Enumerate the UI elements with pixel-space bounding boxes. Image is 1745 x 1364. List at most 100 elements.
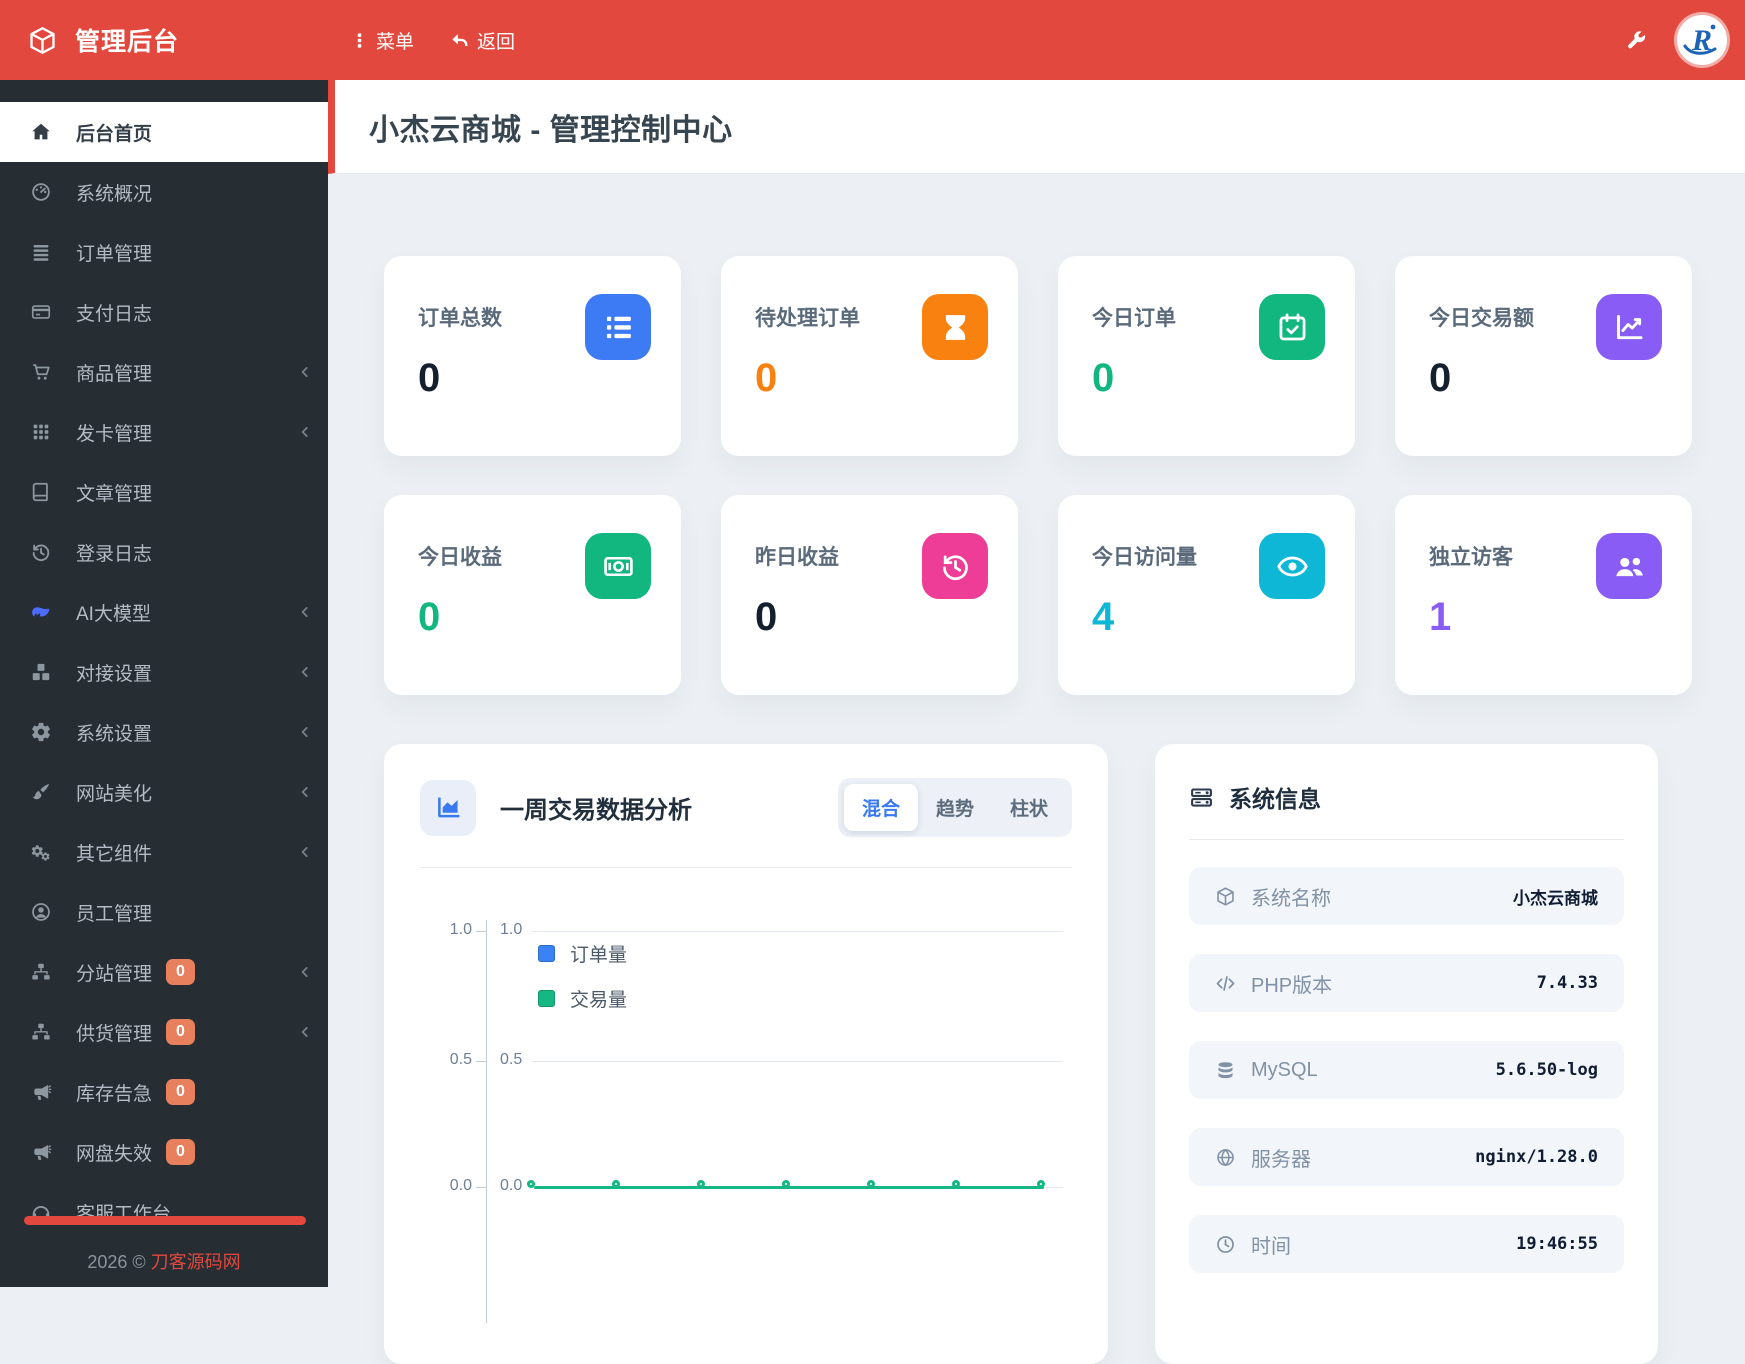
- content: 订单总数 0 待处理订单 0 今日订单 0 今日交易额 0 今日收益 0 昨日收益 0 今日访问量 4 独立…: [328, 256, 1745, 1364]
- page-title-bar: 小杰云商城 - 管理控制中心: [328, 80, 1745, 174]
- sidebar-item[interactable]: 系统设置: [0, 702, 328, 762]
- data-point-marker: [782, 1180, 790, 1188]
- chart-mode-tabs: 混合 趋势 柱状: [838, 778, 1072, 837]
- back-arrow-icon: [450, 31, 469, 50]
- sidebar-footer: 2026 © 刀客源码网: [0, 1248, 328, 1274]
- info-value: nginx/1.28.0: [1475, 1147, 1598, 1167]
- sidebar-scrollbar-thumb[interactable]: [24, 1216, 306, 1225]
- chart-header: 一周交易数据分析 混合 趋势 柱状: [420, 778, 1072, 837]
- chart-tab[interactable]: 混合: [844, 784, 918, 831]
- sidebar-item[interactable]: 网站美化: [0, 762, 328, 822]
- y-axis-tick: [476, 931, 486, 932]
- sidebar-item-label: 库存告急: [76, 1083, 153, 1105]
- app-brand: 管理后台: [0, 22, 328, 58]
- sidebar-item[interactable]: 订单管理: [0, 222, 328, 282]
- sidebar-item[interactable]: 支付日志: [0, 282, 328, 342]
- footer-year: 2026 ©: [87, 1252, 151, 1272]
- stat-card: 今日访问量 4: [1058, 495, 1355, 695]
- sidebar-item[interactable]: 后台首页: [0, 102, 328, 162]
- sidebar-item[interactable]: 供货管理 0: [0, 1002, 328, 1062]
- avatar[interactable]: R: [1677, 15, 1727, 65]
- sidebar-item-label: 系统设置: [76, 723, 153, 745]
- y-axis-tick-label: 0.0: [449, 1177, 472, 1194]
- sidebar-item-label: 分站管理: [76, 963, 153, 985]
- sidebar-item-label: 员工管理: [76, 903, 153, 925]
- chevron-left-icon: [298, 605, 312, 619]
- sitemap-icon: [30, 1021, 52, 1043]
- sidebar-item-label: 网站美化: [76, 783, 153, 805]
- data-point-marker: [952, 1180, 960, 1188]
- stat-card: 今日收益 0: [384, 495, 681, 695]
- chart-tab[interactable]: 柱状: [992, 784, 1066, 831]
- sidebar-item-label: 后台首页: [76, 123, 153, 145]
- sidebar-item-label: AI大模型: [76, 603, 151, 625]
- chart-plot: 1.0 1.0 0.5 0.5 0.0 0.0 订单量 交易量: [420, 868, 1072, 1323]
- y-axis-tick: [476, 1187, 486, 1188]
- sidebar-item[interactable]: 发卡管理: [0, 402, 328, 462]
- info-label: 时间: [1251, 1235, 1291, 1258]
- chevron-left-icon: [298, 1025, 312, 1039]
- sidebar-item[interactable]: 其它组件: [0, 822, 328, 882]
- info-label: PHP版本: [1251, 974, 1333, 997]
- gridline: [532, 931, 1063, 932]
- sidebar-item-label: 商品管理: [76, 363, 153, 385]
- info-label: MySQL: [1251, 1058, 1318, 1081]
- sidebar-item[interactable]: 分站管理 0: [0, 942, 328, 1002]
- system-info-rows: 系统名称 小杰云商城 PHP版本 7.4.33 MySQL 5.6.50-log 服务器 ng…: [1189, 867, 1624, 1273]
- hourglass-icon: [922, 294, 988, 360]
- sidebar-item[interactable]: AI大模型: [0, 582, 328, 642]
- legend-label: 订单量: [570, 944, 628, 966]
- system-info-card: 系统信息 系统名称 小杰云商城 PHP版本 7.4.33 MySQL 5.6.50-log…: [1155, 744, 1658, 1364]
- info-value: 7.4.33: [1536, 973, 1598, 993]
- sidebar-item[interactable]: 库存告急 0: [0, 1062, 328, 1122]
- footer-brand-link[interactable]: 刀客源码网: [151, 1252, 241, 1272]
- stat-card: 今日订单 0: [1058, 256, 1355, 456]
- chevron-left-icon: [298, 785, 312, 799]
- sidebar-item-label: 网盘失效: [76, 1143, 153, 1165]
- stat-value: 0: [1092, 356, 1115, 400]
- sidebar-item[interactable]: 文章管理: [0, 462, 328, 522]
- stat-card: 订单总数 0: [384, 256, 681, 456]
- sidebar-item[interactable]: 商品管理: [0, 342, 328, 402]
- system-info-row: 服务器 nginx/1.28.0: [1189, 1128, 1624, 1186]
- wrench-icon[interactable]: [1624, 29, 1647, 52]
- data-point-marker: [1037, 1180, 1045, 1188]
- home-icon: [30, 121, 52, 143]
- user-circle-icon: [30, 901, 52, 923]
- legend-item[interactable]: 订单量: [538, 938, 627, 968]
- history-icon: [922, 533, 988, 599]
- server-icon: [1189, 785, 1214, 810]
- legend-swatch: [538, 989, 555, 1007]
- sidebar-item[interactable]: 员工管理: [0, 882, 328, 942]
- chart-tab[interactable]: 趋势: [918, 784, 992, 831]
- data-point-marker: [697, 1180, 705, 1188]
- sidebar-item-label: 系统概况: [76, 183, 153, 205]
- whale-icon: [30, 601, 52, 623]
- y-axis-tick-label: 0.5: [449, 1051, 472, 1068]
- y-axis-secondary-tick-label: 1.0: [500, 921, 523, 938]
- legend-item[interactable]: 交易量: [538, 983, 627, 1013]
- sidebar-item[interactable]: 网盘失效 0: [0, 1122, 328, 1182]
- brush-icon: [30, 781, 52, 803]
- page-title: 小杰云商城 - 管理控制中心: [369, 113, 733, 147]
- menu-button-label: 菜单: [376, 31, 415, 53]
- sidebar: 后台首页系统概况订单管理 支付日志商品管理发卡管理 文章管理 登录日志 AI大模型对接设…: [0, 80, 328, 1287]
- sidebar-item-label: 其它组件: [76, 843, 153, 865]
- database-icon: [1215, 1060, 1236, 1081]
- sidebar-item[interactable]: 登录日志: [0, 522, 328, 582]
- book-icon: [30, 481, 52, 503]
- grid-icon: [30, 421, 52, 443]
- data-point-marker: [612, 1180, 620, 1188]
- sidebar-item[interactable]: 系统概况: [0, 162, 328, 222]
- menu-button[interactable]: 菜单: [350, 27, 414, 54]
- sidebar-item[interactable]: 对接设置: [0, 642, 328, 702]
- y-axis-line: [486, 920, 487, 1323]
- sitemap-icon: [30, 961, 52, 983]
- gear-icon: [30, 721, 52, 743]
- info-value: 19:46:55: [1516, 1234, 1598, 1254]
- back-button[interactable]: 返回: [450, 27, 515, 54]
- system-info-header: 系统信息: [1189, 780, 1624, 814]
- chevron-left-icon: [298, 425, 312, 439]
- area-chart-icon: [420, 779, 476, 836]
- gears-icon: [30, 841, 52, 863]
